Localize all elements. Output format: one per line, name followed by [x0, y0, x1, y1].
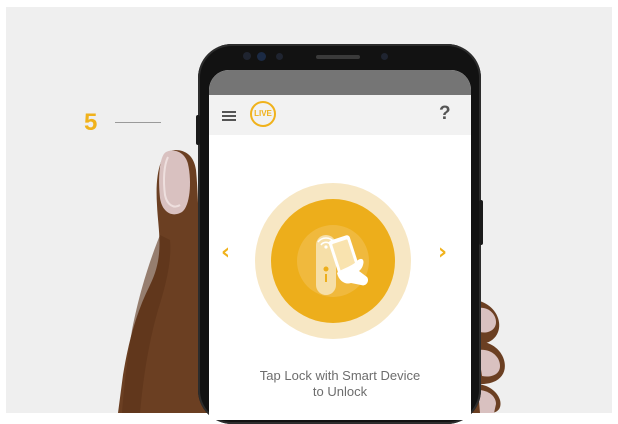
status-bar	[209, 70, 471, 95]
phone-camera	[276, 53, 283, 60]
live-logo: LIVE	[250, 101, 276, 127]
phone-side-button	[196, 115, 200, 145]
logo-text: LIVE	[254, 109, 272, 118]
phone-camera	[243, 52, 251, 60]
chevron-right-icon[interactable]: ›	[438, 240, 447, 265]
instruction-line-2: to Unlock	[312, 384, 368, 399]
tap-lock-illustration	[297, 225, 369, 297]
chevron-left-icon[interactable]: ‹	[221, 240, 230, 265]
phone-side-button	[479, 200, 483, 245]
instruction-line-1: Tap Lock with Smart Device	[259, 368, 421, 383]
phone-speaker	[316, 55, 360, 59]
help-icon[interactable]: ?	[439, 103, 451, 125]
app-bar: LIVE ?	[209, 95, 471, 135]
instruction-text: Tap Lock with Smart Device to Unlock	[209, 368, 471, 400]
phone-screen: LIVE ? ‹ › Tap Lock with Smart Device to…	[209, 70, 471, 420]
phone-camera	[257, 52, 266, 61]
hamburger-menu-icon[interactable]	[222, 111, 236, 121]
phone-camera	[381, 53, 388, 60]
